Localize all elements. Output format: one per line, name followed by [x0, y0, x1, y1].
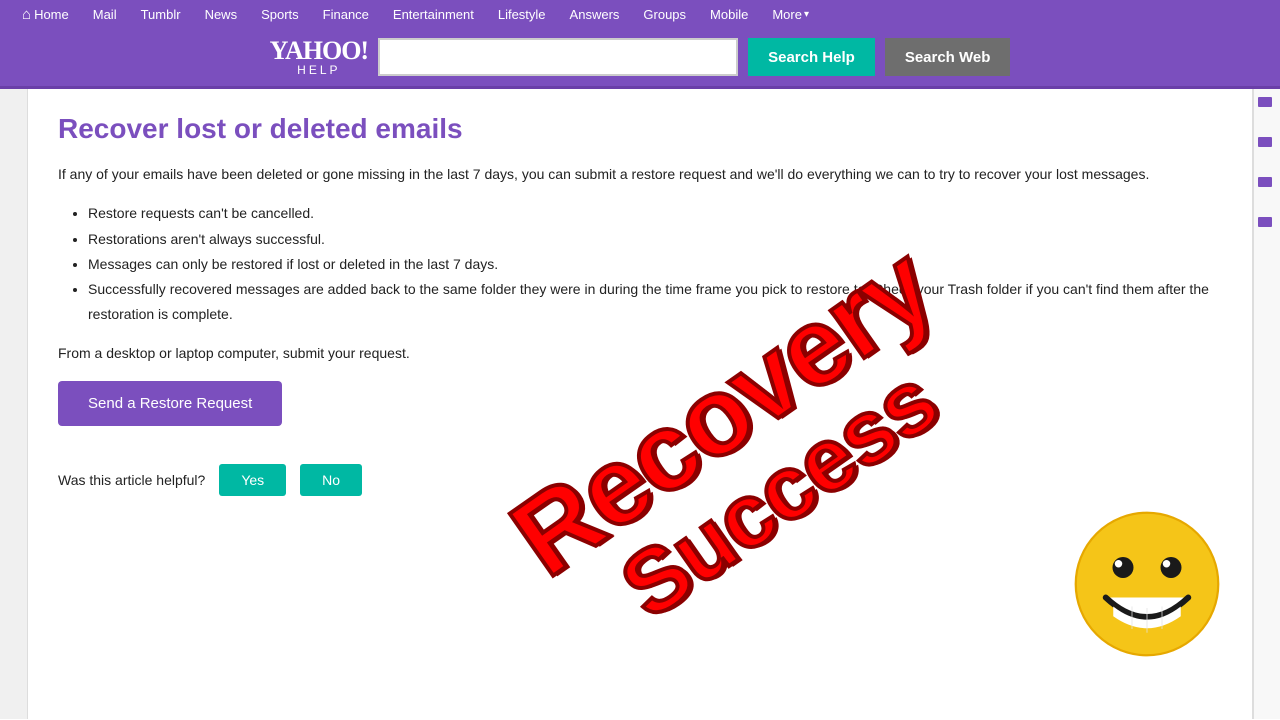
nav-bar: Home Mail Tumblr News Sports Finance Ent… — [0, 0, 1280, 28]
site-header: YAHOO! HELP Search Help Search Web — [0, 28, 1280, 89]
list-item: Messages can only be restored if lost or… — [88, 252, 1222, 277]
nav-item-news[interactable]: News — [193, 3, 250, 26]
nav-item-sports[interactable]: Sports — [249, 3, 311, 26]
content-area: Recover lost or deleted emails If any of… — [28, 89, 1252, 719]
yahoo-logo: YAHOO! HELP — [270, 38, 369, 76]
yes-button[interactable]: Yes — [219, 464, 286, 496]
main-wrapper: Recover lost or deleted emails If any of… — [0, 89, 1280, 719]
nav-item-mail[interactable]: Mail — [81, 3, 129, 26]
sidebar-link-4 — [1258, 217, 1272, 227]
search-input[interactable] — [378, 38, 738, 76]
nav-item-finance[interactable]: Finance — [311, 3, 381, 26]
chevron-down-icon: ▾ — [804, 9, 809, 20]
sidebar-link-3 — [1258, 177, 1272, 187]
sidebar-link-2 — [1258, 137, 1272, 147]
search-web-button[interactable]: Search Web — [885, 38, 1011, 76]
bullet-list: Restore requests can't be cancelled. Res… — [58, 201, 1222, 327]
nav-item-tumblr[interactable]: Tumblr — [129, 3, 193, 26]
from-desktop-text: From a desktop or laptop computer, submi… — [58, 345, 1222, 361]
nav-item-groups[interactable]: Groups — [631, 3, 698, 26]
intro-paragraph: If any of your emails have been deleted … — [58, 163, 1222, 185]
sidebar-link-1 — [1258, 97, 1272, 107]
list-item: Restorations aren't always successful. — [88, 227, 1222, 252]
right-sidebar — [1252, 89, 1280, 719]
nav-item-answers[interactable]: Answers — [558, 3, 632, 26]
nav-item-more[interactable]: More ▾ — [760, 3, 821, 26]
helpful-row: Was this article helpful? Yes No — [58, 464, 1222, 496]
helpful-label: Was this article helpful? — [58, 472, 205, 488]
no-button[interactable]: No — [300, 464, 362, 496]
list-item: Restore requests can't be cancelled. — [88, 201, 1222, 226]
nav-item-entertainment[interactable]: Entertainment — [381, 3, 486, 26]
left-bar — [0, 89, 28, 719]
nav-item-lifestyle[interactable]: Lifestyle — [486, 3, 558, 26]
nav-item-mobile[interactable]: Mobile — [698, 3, 760, 26]
smiley-face — [1072, 509, 1222, 659]
list-item: Successfully recovered messages are adde… — [88, 277, 1222, 327]
search-help-button[interactable]: Search Help — [748, 38, 875, 76]
nav-item-home[interactable]: Home — [10, 2, 81, 27]
page-title: Recover lost or deleted emails — [58, 113, 1222, 145]
restore-request-button[interactable]: Send a Restore Request — [58, 381, 282, 426]
